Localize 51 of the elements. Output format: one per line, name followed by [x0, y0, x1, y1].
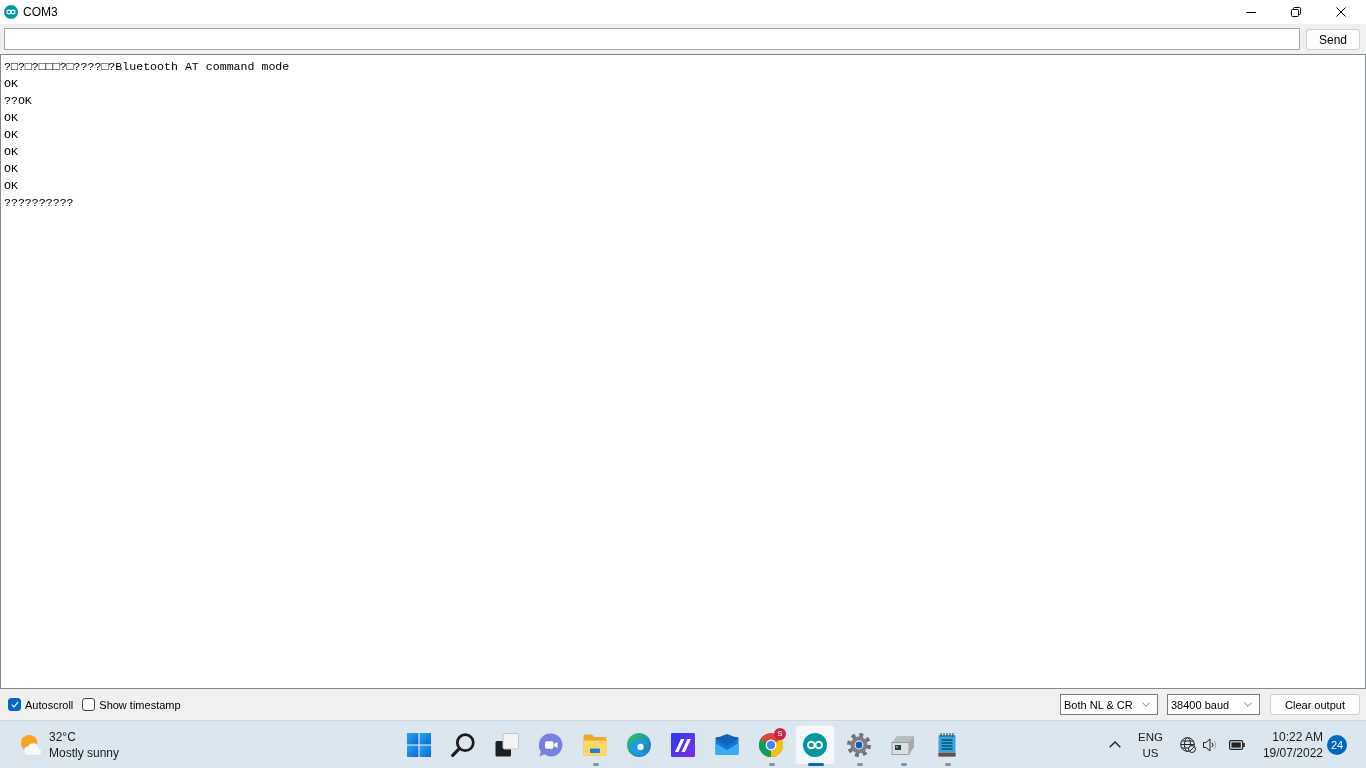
speaker-icon — [1202, 737, 1217, 752]
sun-cloud-icon — [20, 733, 42, 756]
output-line: ?????????? — [4, 196, 74, 209]
swirl-circle-icon — [627, 732, 651, 757]
send-button[interactable]: Send — [1306, 29, 1360, 50]
baud-rate-dropdown[interactable]: 38400 baud — [1167, 694, 1260, 715]
region-text[interactable]: US — [1142, 744, 1159, 761]
output-line: OK — [4, 162, 18, 175]
infinity-logo-icon — [4, 5, 18, 19]
temperature-text: 32°C — [49, 728, 77, 745]
caret-icon — [1142, 702, 1150, 707]
checkbox-label: Autoscroll — [25, 698, 74, 711]
output-line: OK — [4, 128, 18, 141]
start-icon — [407, 732, 431, 757]
profile-badge: S — [774, 727, 786, 740]
settings-icon — [847, 732, 871, 757]
message-input-field[interactable] — [4, 28, 1300, 50]
output-line: OK — [4, 145, 18, 158]
camera-bubble-icon — [539, 732, 563, 757]
envelope-icon — [715, 732, 739, 757]
slanted-stripes-tile-icon — [671, 732, 695, 757]
check-icon — [10, 701, 19, 708]
folder-icon — [583, 732, 607, 757]
output-line: ?□?□?□□□?□????□?Bluetooth AT command mode — [4, 60, 290, 73]
output-line: OK — [4, 179, 18, 192]
clear-output-button[interactable]: Clear output — [1270, 694, 1360, 715]
infinity-logo-icon — [803, 732, 827, 757]
line-ending-dropdown[interactable]: Both NL & CR — [1060, 694, 1158, 715]
clock-time[interactable]: 10:22 AM — [1272, 728, 1323, 745]
search-icon — [451, 732, 475, 757]
output-line: OK — [4, 77, 18, 90]
close-icon — [1335, 7, 1346, 17]
checkbox[interactable] — [8, 698, 21, 711]
language-text[interactable]: ENG — [1138, 728, 1163, 745]
notification-badge[interactable]: 24 — [1327, 734, 1347, 755]
weather-text: Mostly sunny — [49, 744, 120, 761]
window-title: COM3 — [23, 5, 58, 19]
stacked-squares-icon — [495, 732, 519, 757]
output-line: OK — [4, 111, 18, 124]
color-wheel-icon — [759, 732, 783, 757]
checkbox-label: Show timestamp — [99, 698, 181, 711]
restore-icon — [1290, 7, 1301, 17]
minimize-icon — [1245, 11, 1256, 13]
output-line: ??OK — [4, 94, 32, 107]
checkbox[interactable] — [82, 698, 96, 711]
battery-icon — [1228, 739, 1245, 750]
chevron-up-icon — [1109, 741, 1121, 748]
caret-icon — [1244, 702, 1252, 707]
globe-icon — [1179, 736, 1196, 753]
clock-date[interactable]: 19/07/2022 — [1262, 744, 1323, 761]
taskbar-button[interactable]: S — [751, 724, 791, 765]
